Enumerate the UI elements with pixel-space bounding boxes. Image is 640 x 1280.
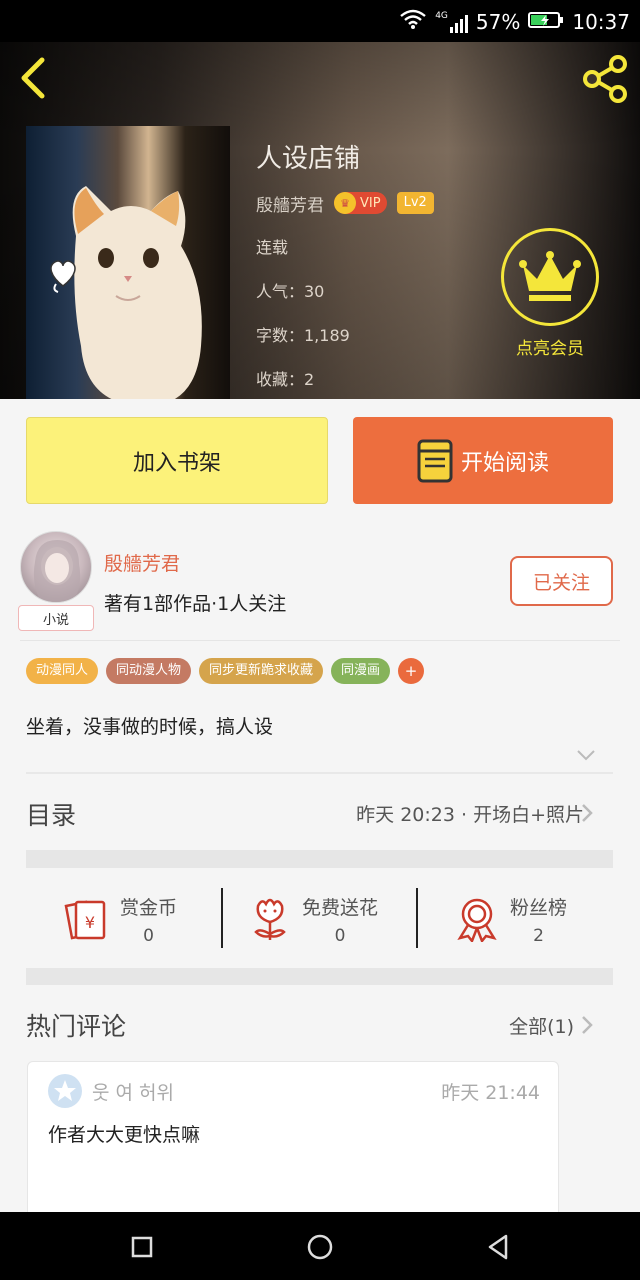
status-bar: 4G 57% 10:37 — [0, 0, 640, 42]
divider — [20, 640, 620, 641]
home-circle-icon[interactable] — [305, 1232, 335, 1262]
heart-doodle-icon — [50, 260, 76, 293]
star-avatar-icon — [54, 1080, 76, 1101]
back-triangle-icon[interactable] — [484, 1232, 514, 1262]
flower-icon — [254, 898, 286, 940]
comment-text: 作者大大更快点嘛 — [48, 1124, 201, 1146]
avatar[interactable] — [20, 531, 92, 603]
add-to-shelf-button[interactable]: 加入书架 — [26, 417, 328, 504]
author-stats: 著有1部作品·1人关注 — [104, 593, 287, 615]
share-icon — [583, 55, 627, 103]
member-badge — [501, 228, 599, 326]
commenter-avatar[interactable] — [48, 1074, 82, 1108]
book-header: 人设店铺 殷艢芳君 ♛ VIP Lv2 连载 人气：30 字数：1,189 收藏… — [0, 42, 640, 399]
level-badge: Lv2 — [396, 192, 434, 214]
system-nav-bar — [0, 1212, 640, 1280]
expand-description-icon[interactable] — [576, 748, 596, 762]
commenter-name[interactable]: 웃 여 허위 — [92, 1078, 174, 1105]
book-favorites: 收藏：2 — [256, 370, 315, 389]
crown-icon — [519, 251, 581, 301]
divider — [221, 888, 223, 948]
reward-bar: ¥ 赏金币 0 免费送花 0 粉丝榜 2 — [26, 868, 613, 968]
send-flower-button[interactable]: 免费送花 0 — [250, 886, 378, 952]
book-cover[interactable] — [26, 126, 230, 399]
divider — [26, 772, 613, 774]
vip-crown-icon: ♛ — [334, 192, 356, 214]
toc-title[interactable]: 目录 — [26, 796, 76, 832]
send-flower: 免费送花 0 — [302, 896, 379, 946]
member-label: 点亮会员 — [516, 339, 584, 359]
book-icon — [417, 439, 453, 482]
book-title: 人设店铺 — [256, 144, 361, 174]
section-band — [26, 968, 613, 985]
medal-icon — [457, 898, 497, 942]
book-popularity: 人气：30 — [256, 282, 325, 301]
book-info: 人设店铺 殷艢芳君 ♛ VIP Lv2 连载 人气：30 字数：1,189 收藏… — [256, 138, 434, 399]
svg-text:¥: ¥ — [85, 913, 95, 932]
cat-illustration — [72, 186, 202, 399]
fan-ranking: 粉丝榜 2 — [510, 896, 568, 946]
status-icons: 4G 57% 10:37 — [399, 8, 630, 35]
start-reading-button[interactable]: 开始阅读 — [353, 417, 613, 504]
clock: 10:37 — [572, 9, 630, 34]
avatar-portrait-icon — [33, 540, 81, 602]
author-section: 小说 殷艢芳君 著有1部作品·1人关注 已关注 — [0, 525, 640, 641]
book-author-row: 殷艢芳君 ♛ VIP Lv2 — [256, 190, 434, 216]
comment-time: 昨天 21:44 — [441, 1082, 540, 1104]
section-band — [26, 850, 613, 868]
tag-chip[interactable]: 同漫画 — [331, 658, 391, 684]
battery-percent: 57% — [475, 9, 521, 34]
author-category-tag: 小说 — [18, 605, 94, 631]
divider — [416, 888, 418, 948]
recents-square-icon[interactable] — [127, 1232, 157, 1262]
tag-chip[interactable]: 同动漫人物 — [106, 658, 192, 684]
comments-title: 热门评论 — [26, 1012, 127, 1041]
book-word-count: 字数：1,189 — [256, 326, 350, 345]
toc-latest-chapter[interactable]: 昨天 20:23 · 开场白+照片 — [356, 800, 584, 827]
tag-list: 动漫同人 同动漫人物 同步更新跪求收藏 同漫画 + — [26, 658, 425, 684]
back-button[interactable] — [14, 56, 54, 100]
member-button[interactable]: 点亮会员 — [500, 228, 600, 359]
more-tags-button[interactable]: + — [398, 658, 425, 684]
wifi-icon — [399, 8, 427, 35]
battery-icon — [528, 10, 564, 34]
reward-coins-button[interactable]: ¥ 赏金币 0 — [62, 886, 177, 952]
red-envelope-icon: ¥ — [64, 900, 106, 940]
fan-ranking-button[interactable]: 粉丝榜 2 — [456, 886, 567, 952]
author-name[interactable]: 殷艢芳君 — [104, 549, 180, 576]
network-type: 4G — [435, 10, 448, 21]
follow-button[interactable]: 已关注 — [510, 556, 613, 606]
chevron-right-icon[interactable] — [580, 1014, 594, 1036]
share-button[interactable] — [580, 54, 630, 104]
tag-chip[interactable]: 动漫同人 — [26, 658, 99, 684]
comment-card[interactable]: 웃 여 허위 昨天 21:44 作者大大更快点嘛 — [27, 1061, 559, 1221]
chevron-left-icon — [21, 57, 45, 99]
book-author[interactable]: 殷艢芳君 — [256, 191, 324, 216]
reward-coins: 赏金币 0 — [120, 896, 178, 946]
tag-chip[interactable]: 同步更新跪求收藏 — [199, 658, 324, 684]
signal-icon: 4G — [435, 11, 468, 33]
chevron-right-icon[interactable] — [580, 802, 594, 824]
book-status: 连载 — [256, 238, 289, 257]
all-comments-link[interactable]: 全部(1) — [509, 1012, 574, 1039]
book-description: 坐着，没事做的时候，搞人设 — [26, 716, 274, 738]
vip-badge: ♛ VIP — [334, 192, 387, 214]
